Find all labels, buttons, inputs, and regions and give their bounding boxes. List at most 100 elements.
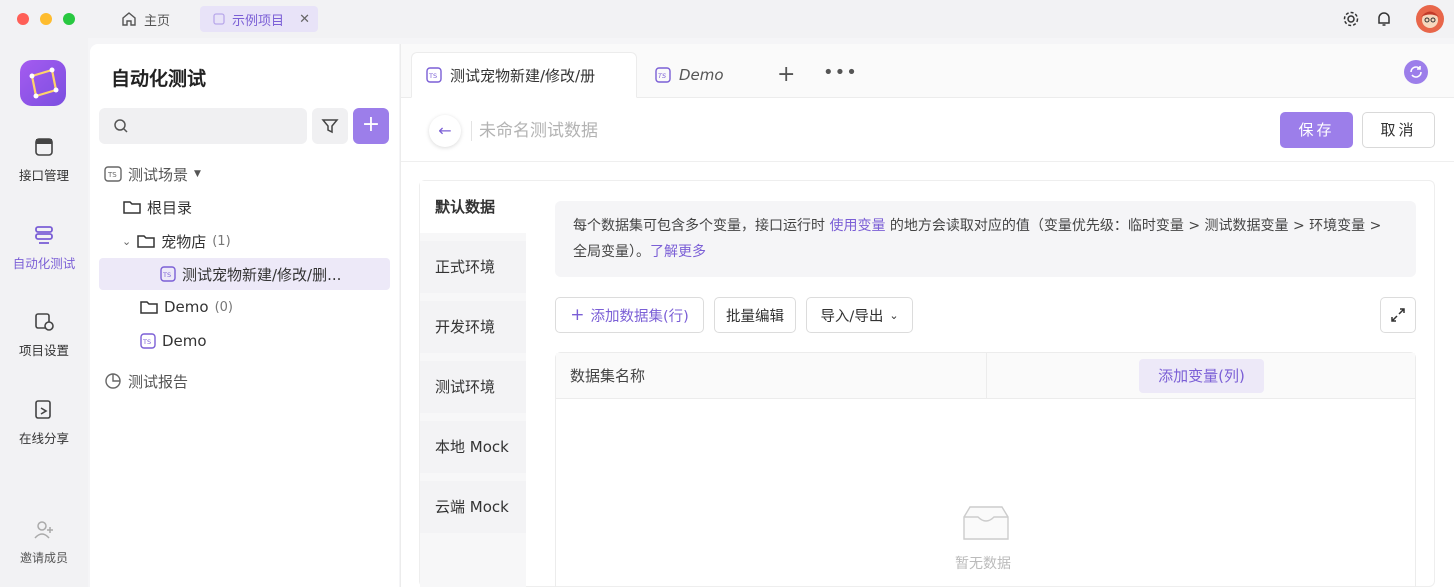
minimize-window-button[interactable] — [40, 13, 52, 25]
col-dataset-name: 数据集名称 — [570, 367, 646, 385]
tree-reports-label: 测试报告 — [128, 372, 189, 391]
maximize-window-button[interactable] — [63, 13, 75, 25]
folder-icon — [140, 301, 158, 314]
project-tab[interactable]: 示例项目 ✕ — [200, 6, 318, 32]
add-user-icon — [34, 521, 53, 539]
pie-chart-icon — [105, 373, 121, 389]
info-box: 每个数据集可包含多个变量，接口运行时 使用变量 的地方会读取对应的值（变量优先级… — [555, 201, 1416, 277]
tree-scenarios-label: 测试场景 — [128, 165, 189, 184]
ts-file-icon: TS — [140, 333, 156, 349]
env-local-mock[interactable]: 本地 Mock — [420, 421, 526, 473]
more-tabs-button[interactable]: ••• — [823, 62, 858, 83]
search-icon — [114, 119, 128, 133]
back-button[interactable]: ← — [429, 115, 461, 147]
nav-api-management[interactable]: 接口管理 — [0, 136, 88, 184]
tree-reports[interactable]: 测试报告 — [104, 366, 188, 396]
sync-button[interactable] — [1404, 60, 1428, 84]
title-bar: 主页 示例项目 ✕ — [0, 0, 1454, 38]
tab-demo[interactable]: TS Demo — [641, 52, 738, 98]
search-input[interactable] — [99, 108, 307, 144]
env-production[interactable]: 正式环境 — [420, 241, 526, 293]
info-text-1: 每个数据集可包含多个变量，接口运行时 — [573, 218, 830, 234]
project-tab-label: 示例项目 — [232, 13, 285, 29]
filter-button[interactable] — [312, 108, 348, 144]
refresh-icon — [1410, 66, 1422, 78]
add-variable-button[interactable]: 添加变量(列) — [1139, 359, 1264, 393]
empty-state-text: 暂无数据 — [955, 556, 1011, 572]
filter-icon — [321, 119, 339, 134]
tree-demo-item-label: Demo — [162, 332, 207, 350]
data-header: ← 保存 取消 — [401, 99, 1454, 162]
tree-demo-item[interactable]: TS Demo — [140, 326, 207, 356]
tree-petshop-label: 宠物店 — [161, 232, 207, 251]
tab-scenario-label: 测试宠物新建/修改/册 — [450, 66, 596, 85]
automation-icon — [35, 226, 53, 244]
env-cloud-mock[interactable]: 云端 Mock — [420, 481, 526, 533]
tree-demo-folder-label: Demo — [164, 298, 209, 316]
tree-scenario-item[interactable]: TS 测试宠物新建/修改/删... — [160, 259, 341, 289]
project-icon — [213, 13, 225, 25]
cancel-button[interactable]: 取消 — [1362, 112, 1435, 148]
gear-icon[interactable] — [1342, 10, 1360, 28]
batch-edit-button[interactable]: 批量编辑 — [714, 297, 796, 333]
dataset-table: 数据集名称 添加变量(列) 暂无数据 — [555, 352, 1416, 587]
add-button[interactable]: + — [353, 108, 389, 144]
tree-root-folder[interactable]: 根目录 — [123, 192, 192, 222]
env-development[interactable]: 开发环境 — [420, 301, 526, 353]
svg-text:TS: TS — [142, 338, 151, 346]
save-button[interactable]: 保存 — [1280, 112, 1353, 148]
nav-settings-label: 项目设置 — [18, 343, 69, 358]
folder-icon — [123, 201, 141, 214]
ts-file-icon: TS — [426, 67, 442, 83]
nav-api-label: 接口管理 — [18, 168, 69, 183]
nav-project-settings[interactable]: 项目设置 — [0, 311, 88, 359]
ts-file-icon: TS — [104, 166, 122, 182]
avatar[interactable] — [1416, 5, 1444, 33]
tabs-bar: TS 测试宠物新建/修改/册 TS Demo + ••• — [401, 44, 1454, 98]
ts-file-icon: TS — [160, 266, 176, 282]
bell-icon[interactable] — [1375, 10, 1393, 28]
new-tab-button[interactable]: + — [777, 62, 795, 87]
empty-box-icon — [963, 506, 1009, 540]
svg-text:TS: TS — [428, 72, 437, 80]
column-divider — [986, 353, 987, 399]
home-tab[interactable]: 主页 — [120, 8, 170, 30]
tree-demo-folder[interactable]: Demo (0) — [140, 292, 233, 322]
close-window-button[interactable] — [17, 13, 29, 25]
api-icon — [35, 138, 53, 156]
dataset-name-input[interactable] — [479, 115, 1079, 147]
nav-automation-label: 自动化测试 — [12, 256, 76, 271]
divider — [471, 121, 472, 141]
tree-petshop-folder[interactable]: ⌄ 宠物店 (1) — [122, 226, 231, 256]
tree-scenarios[interactable]: TS 测试场景 ▼ — [104, 159, 201, 189]
close-tab-icon[interactable]: ✕ — [299, 12, 310, 27]
main-panel: TS 测试宠物新建/修改/册 TS Demo + ••• ← 保存 取消 默认数… — [400, 44, 1454, 587]
env-testing[interactable]: 测试环境 — [420, 361, 526, 413]
sidebar-title: 自动化测试 — [111, 68, 207, 90]
settings-icon — [35, 313, 54, 331]
svg-text:TS: TS — [162, 271, 171, 279]
chevron-down-icon: ⌄ — [889, 308, 899, 322]
add-dataset-label: 添加数据集(行) — [590, 308, 689, 325]
expand-button[interactable] — [1380, 297, 1416, 333]
folder-icon — [137, 235, 155, 248]
nav-online-share[interactable]: 在线分享 — [0, 399, 88, 447]
environment-panel: 默认数据 正式环境 开发环境 测试环境 本地 Mock 云端 Mock 每个数据… — [419, 180, 1435, 587]
learn-more-link[interactable]: 了解更多 — [650, 244, 706, 260]
tree-petshop-count: (1) — [212, 233, 231, 249]
add-dataset-button[interactable]: + 添加数据集(行) — [555, 297, 704, 333]
use-variables-link[interactable]: 使用变量 — [829, 218, 885, 234]
sidebar: 自动化测试 + TS 测试场景 ▼ 根目录 ⌄ 宠物店 (1) TS 测试宠物新… — [90, 44, 399, 587]
import-export-dropdown[interactable]: 导入/导出 ⌄ — [806, 297, 913, 333]
home-tab-label: 主页 — [144, 13, 171, 29]
chevron-down-icon: ⌄ — [122, 234, 132, 248]
nav-automation-testing[interactable]: 自动化测试 — [0, 224, 88, 272]
tab-scenario[interactable]: TS 测试宠物新建/修改/册 — [411, 52, 637, 98]
tree-demo-count: (0) — [214, 299, 233, 315]
tree-root-label: 根目录 — [147, 198, 193, 217]
expand-icon — [1391, 308, 1405, 322]
tree-scenario-label: 测试宠物新建/修改/删... — [182, 265, 342, 284]
invite-members-button[interactable]: 邀请成员 — [0, 519, 88, 566]
env-default[interactable]: 默认数据 — [420, 181, 526, 233]
nav-share-label: 在线分享 — [18, 431, 69, 446]
